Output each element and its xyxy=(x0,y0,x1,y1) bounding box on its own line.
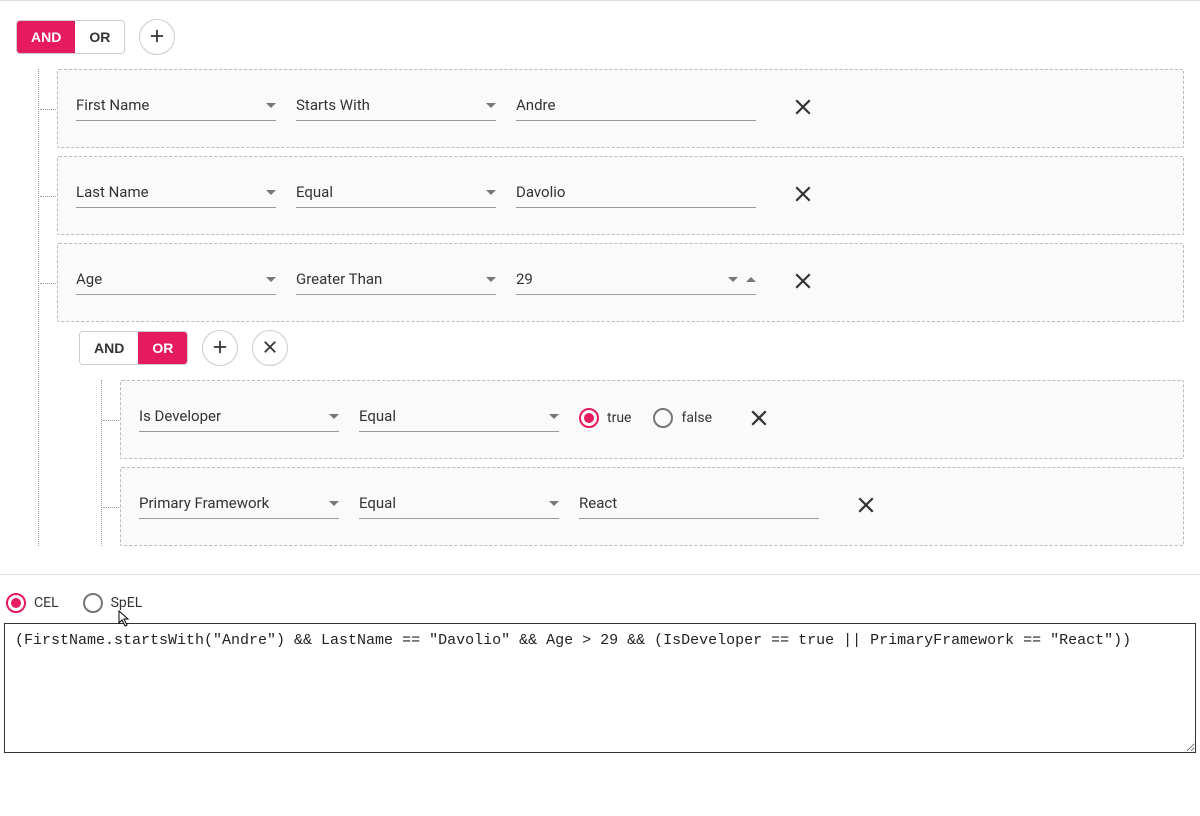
chevron-up-icon[interactable] xyxy=(746,277,756,282)
field-select[interactable]: Is Developer xyxy=(139,403,339,432)
close-icon xyxy=(794,272,812,290)
chevron-down-icon xyxy=(486,190,496,195)
field-select-label: Age xyxy=(76,270,102,288)
radio-cel[interactable]: CEL xyxy=(6,593,59,613)
operator-select[interactable]: Equal xyxy=(296,179,496,208)
radio-true[interactable]: true xyxy=(579,408,631,428)
remove-rule-button[interactable] xyxy=(794,98,812,116)
radio-false[interactable]: false xyxy=(653,408,712,428)
close-icon xyxy=(794,98,812,116)
operator-select-label: Equal xyxy=(359,407,396,425)
and-button[interactable]: AND xyxy=(17,21,75,53)
rule-row: Age Greater Than 29 xyxy=(76,266,1165,295)
value-spinner-label: 29 xyxy=(516,270,533,288)
radio-unchecked-icon xyxy=(83,593,103,613)
chevron-down-icon xyxy=(549,501,559,506)
rule-card: Last Name Equal xyxy=(57,156,1184,235)
operator-select-label: Equal xyxy=(359,494,396,512)
rule-row: Primary Framework Equal xyxy=(139,490,1165,519)
operator-select[interactable]: Equal xyxy=(359,403,559,432)
field-select-label: Primary Framework xyxy=(139,494,269,512)
or-button[interactable]: OR xyxy=(75,21,124,53)
rule-row: Is Developer Equal true xyxy=(139,403,1165,432)
operator-select-label: Equal xyxy=(296,183,333,201)
output-section: CEL SpEL xyxy=(0,575,1200,777)
value-input[interactable] xyxy=(516,179,756,208)
expression-output[interactable] xyxy=(4,623,1196,753)
group2: AND OR Is De xyxy=(79,330,1184,546)
chevron-down-icon[interactable] xyxy=(728,277,738,282)
field-select-label: Last Name xyxy=(76,183,149,201)
close-icon xyxy=(750,409,768,427)
output-format-radios: CEL SpEL xyxy=(4,593,1196,613)
spinner-arrows xyxy=(728,277,756,282)
operator-select[interactable]: Starts With xyxy=(296,92,496,121)
chevron-down-icon xyxy=(266,190,276,195)
radio-false-label: false xyxy=(681,410,712,426)
operator-select[interactable]: Equal xyxy=(359,490,559,519)
remove-rule-button[interactable] xyxy=(750,409,768,427)
operator-select[interactable]: Greater Than xyxy=(296,266,496,295)
radio-true-label: true xyxy=(607,410,631,426)
group1-toolbar: AND OR xyxy=(16,19,1184,55)
chevron-down-icon xyxy=(266,277,276,282)
radio-checked-icon xyxy=(579,408,599,428)
add-rule-button[interactable] xyxy=(139,19,175,55)
filter-builder: AND OR First Name Starts With xyxy=(0,0,1200,575)
close-icon xyxy=(857,496,875,514)
value-spinner[interactable]: 29 xyxy=(516,266,756,295)
chevron-down-icon xyxy=(329,414,339,419)
chevron-down-icon xyxy=(549,414,559,419)
radio-spel-label: SpEL xyxy=(111,595,143,611)
rule-row: First Name Starts With xyxy=(76,92,1165,121)
rule-card: Primary Framework Equal xyxy=(120,467,1184,546)
remove-rule-button[interactable] xyxy=(857,496,875,514)
group1-logic-toggle: AND OR xyxy=(16,20,125,54)
remove-group-button[interactable] xyxy=(252,330,288,366)
plus-icon xyxy=(150,27,164,48)
value-input[interactable] xyxy=(516,92,756,121)
add-rule-button[interactable] xyxy=(202,330,238,366)
or-button[interactable]: OR xyxy=(138,332,187,364)
remove-rule-button[interactable] xyxy=(794,272,812,290)
radio-spel[interactable]: SpEL xyxy=(83,593,143,613)
field-select-label: Is Developer xyxy=(139,407,221,425)
and-button[interactable]: AND xyxy=(80,332,138,364)
group2-rules: Is Developer Equal true xyxy=(101,380,1184,546)
chevron-down-icon xyxy=(486,103,496,108)
value-input[interactable] xyxy=(579,490,819,519)
group2-logic-toggle: AND OR xyxy=(79,331,188,365)
radio-checked-icon xyxy=(6,593,26,613)
rule-card: Age Greater Than 29 xyxy=(57,243,1184,322)
rule-card: Is Developer Equal true xyxy=(120,380,1184,459)
field-select[interactable]: Age xyxy=(76,266,276,295)
rule-card: First Name Starts With xyxy=(57,69,1184,148)
operator-select-label: Starts With xyxy=(296,96,370,114)
chevron-down-icon xyxy=(266,103,276,108)
rule-row: Last Name Equal xyxy=(76,179,1165,208)
remove-rule-button[interactable] xyxy=(794,185,812,203)
close-icon xyxy=(794,185,812,203)
field-select[interactable]: First Name xyxy=(76,92,276,121)
plus-icon xyxy=(213,338,227,359)
value-bool: true false xyxy=(579,408,712,428)
group1-rules: First Name Starts With Last Name xyxy=(38,69,1184,546)
field-select[interactable]: Primary Framework xyxy=(139,490,339,519)
group2-toolbar: AND OR xyxy=(79,330,1184,366)
operator-select-label: Greater Than xyxy=(296,270,382,288)
radio-unchecked-icon xyxy=(653,408,673,428)
radio-cel-label: CEL xyxy=(34,595,59,611)
field-select-label: First Name xyxy=(76,96,149,114)
chevron-down-icon xyxy=(486,277,496,282)
field-select[interactable]: Last Name xyxy=(76,179,276,208)
chevron-down-icon xyxy=(329,501,339,506)
close-icon xyxy=(263,338,277,359)
